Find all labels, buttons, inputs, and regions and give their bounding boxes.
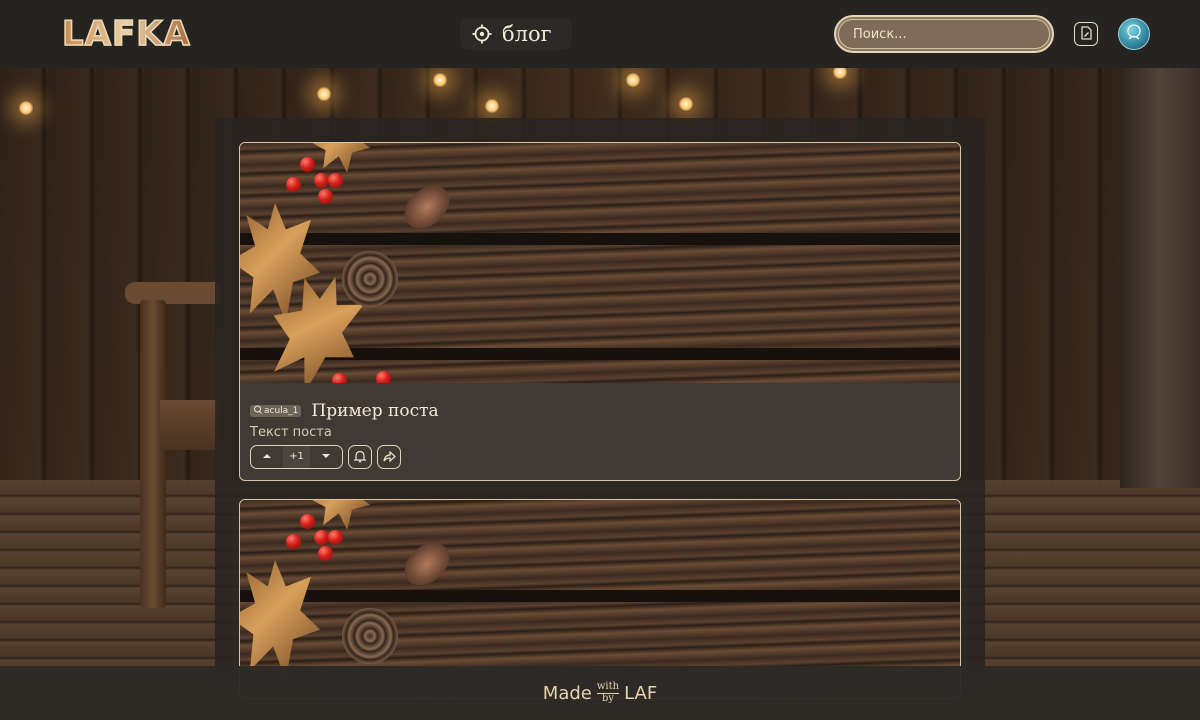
upvote-button[interactable] bbox=[251, 446, 283, 468]
new-post-button[interactable] bbox=[1074, 22, 1098, 46]
string-light bbox=[678, 96, 694, 112]
site-logo[interactable]: LAFKA bbox=[61, 13, 191, 55]
footer-with-by: with by bbox=[596, 682, 620, 704]
background-tree bbox=[1120, 68, 1200, 488]
footer-made: Made bbox=[542, 682, 592, 704]
notify-button[interactable] bbox=[348, 445, 372, 469]
post-card[interactable]: acula_1 Пример поста Текст поста +1 bbox=[239, 142, 961, 481]
string-light bbox=[18, 100, 34, 116]
post-text: Текст поста bbox=[250, 425, 332, 440]
post-header: acula_1 Пример поста bbox=[250, 401, 950, 421]
search-input[interactable] bbox=[838, 19, 1050, 49]
bell-icon bbox=[353, 448, 367, 467]
string-light bbox=[625, 72, 641, 88]
share-button[interactable] bbox=[377, 445, 401, 469]
string-light bbox=[484, 98, 500, 114]
string-light bbox=[432, 72, 448, 88]
post-title[interactable]: Пример поста bbox=[311, 401, 438, 421]
bench-leg bbox=[140, 300, 166, 608]
post-body: acula_1 Пример поста Текст поста +1 bbox=[240, 383, 960, 469]
post-actions: +1 bbox=[250, 445, 950, 469]
top-bar: LAFKA блог bbox=[0, 0, 1200, 68]
document-icon bbox=[1079, 25, 1093, 44]
downvote-button[interactable] bbox=[310, 446, 342, 468]
string-light bbox=[316, 86, 332, 102]
share-icon bbox=[382, 448, 396, 467]
user-icon bbox=[253, 405, 262, 417]
post-cover-image bbox=[240, 143, 960, 383]
footer-by: by bbox=[601, 693, 614, 704]
author-chip[interactable]: acula_1 bbox=[250, 405, 302, 417]
nav-blog-label: блог bbox=[502, 22, 552, 46]
vote-count: +1 bbox=[283, 446, 310, 468]
bench-seat bbox=[160, 400, 220, 450]
vote-control: +1 bbox=[250, 445, 343, 469]
target-icon bbox=[472, 24, 492, 44]
search-box bbox=[834, 15, 1054, 53]
author-name: acula_1 bbox=[264, 406, 299, 416]
footer-brand[interactable]: LAF bbox=[624, 683, 657, 704]
avatar-icon bbox=[1124, 22, 1144, 46]
user-avatar[interactable] bbox=[1118, 18, 1150, 50]
chevron-up-icon bbox=[262, 452, 272, 462]
footer: Made with by LAF bbox=[0, 666, 1200, 720]
nav-blog-link[interactable]: блог bbox=[460, 18, 572, 50]
chevron-down-icon bbox=[321, 452, 331, 462]
bench-armrest bbox=[125, 282, 220, 304]
